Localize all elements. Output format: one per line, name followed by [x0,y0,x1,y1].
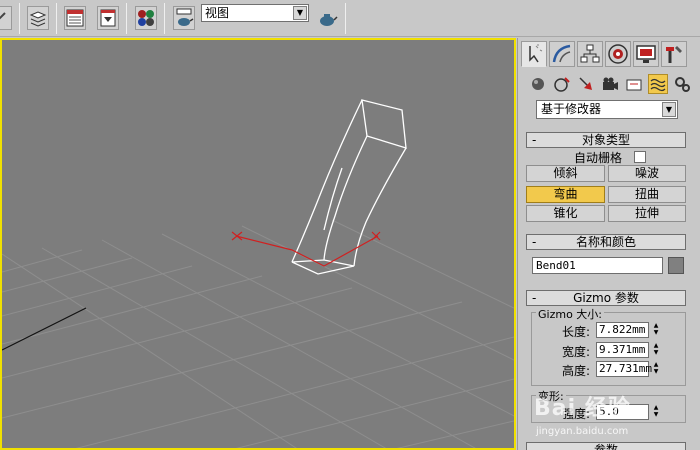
render-setup-teapot-icon[interactable] [173,6,195,30]
tab-display[interactable] [633,41,659,67]
collapse-icon: - [532,133,537,147]
width-spinner[interactable]: ▲ ▼ [651,342,661,358]
main-toolbar: 视图 ▼ [0,0,700,37]
object-color-swatch[interactable] [668,257,684,274]
systems-icon[interactable] [672,74,692,94]
gizmo-size-group-title: Gizmo 大小: [536,306,605,322]
noise-button[interactable]: 噪波 [608,165,686,182]
gizmo-params-rollout-header[interactable]: - Gizmo 参数 [526,290,686,306]
collapse-icon: - [532,291,537,305]
name-color-title: 名称和颜色 [575,235,636,249]
tab-hierarchy[interactable] [577,41,603,67]
helpers-icon[interactable] [624,74,644,94]
render-view-dropdown-value: 视图 [205,6,230,20]
toolbar-separator [19,3,20,34]
watermark-url: jingyan.baidu.com [536,426,629,437]
gizmo-params-title: Gizmo 参数 [573,291,639,305]
width-input[interactable]: 9.371mm [596,342,649,358]
height-input[interactable]: 27.731mm [596,361,652,377]
collapse-icon: - [532,235,537,249]
width-label: 宽度: [562,345,591,359]
render-view-dropdown[interactable]: 视图 ▼ [201,4,309,22]
modifier-category-value: 基于修改器 [541,102,602,116]
autogrid-checkbox[interactable] [634,151,646,163]
length-spinner[interactable]: ▲ ▼ [651,322,661,338]
tab-create[interactable] [521,41,547,67]
taper-button[interactable]: 锥化 [526,205,605,222]
modifier-category-dropdown[interactable]: 基于修改器 ▼ [536,100,678,119]
chevron-down-icon: ▼ [662,102,676,117]
watermark-brand: Bai 经验 [534,396,631,421]
name-color-rollout-header[interactable]: - 名称和颜色 [526,234,686,250]
tab-motion[interactable] [605,41,631,67]
layer-manager-icon[interactable] [27,6,49,30]
material-editor-icon[interactable] [135,6,157,30]
toolbar-separator [56,3,57,34]
chevron-down-icon: ▼ [293,6,307,20]
height-spinner[interactable]: ▲ ▼ [651,361,661,377]
space-warps-icon[interactable] [648,74,668,94]
twist-button[interactable]: 扭曲 [608,186,686,203]
height-label: 高度: [562,364,591,378]
viewport-scene [2,99,514,448]
quick-render-teapot-icon[interactable] [315,6,338,30]
baidu-jingyan-watermark: Bai 经验 jingyan.baidu.com [534,388,684,450]
toolbar-separator [126,3,127,34]
schematic-view-icon[interactable] [97,6,119,30]
lights-icon[interactable] [576,74,596,94]
object-type-title: 对象类型 [581,133,630,147]
object-type-rollout-header[interactable]: - 对象类型 [526,132,686,148]
geometry-icon[interactable] [528,74,548,94]
skew-button[interactable]: 倾斜 [526,165,605,182]
object-name-input[interactable]: Bend01 [532,257,663,274]
tab-modify[interactable] [549,41,575,67]
home-grid [2,219,514,448]
perspective-viewport[interactable] [0,38,516,450]
cameras-icon[interactable] [600,74,620,94]
autogrid-label: 自动栅格 [574,151,623,165]
shapes-icon[interactable] [552,74,572,94]
world-axis-line [2,307,87,351]
track-view-icon[interactable] [64,6,86,30]
length-label: 长度: [562,325,591,339]
bend-button[interactable]: 弯曲 [526,186,605,203]
toolbar-separator [345,3,346,34]
toolbar-separator [164,3,165,34]
stretch-button[interactable]: 拉伸 [608,205,686,222]
tab-utilities[interactable] [661,41,687,67]
partial-toolbar-button[interactable] [0,6,12,30]
length-input[interactable]: 7.822mm [596,322,649,338]
